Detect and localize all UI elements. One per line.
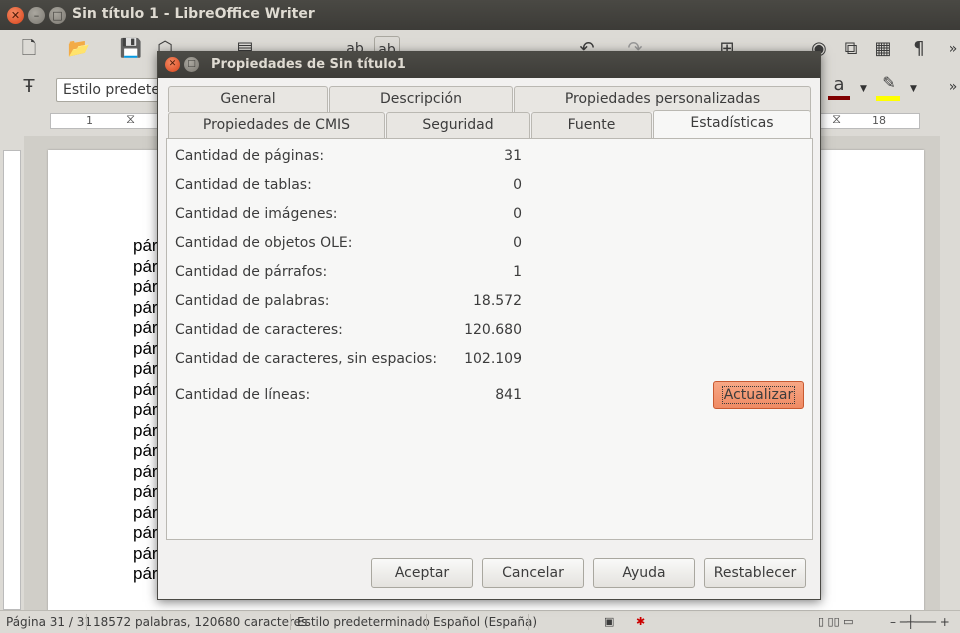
tab-cmis-properties[interactable]: Propiedades de CMIS bbox=[168, 112, 385, 138]
document-line[interactable]: pár bbox=[133, 257, 158, 277]
word-count[interactable]: 18572 palabras, 120680 caracteres bbox=[93, 615, 307, 629]
language[interactable]: Español (España) bbox=[433, 615, 537, 629]
properties-dialog: ✕ □ Propiedades de Sin título1 General D… bbox=[157, 51, 821, 600]
document-line[interactable]: pár bbox=[133, 359, 158, 379]
highlight-dropdown-icon[interactable]: ▼ bbox=[910, 84, 917, 94]
document-modified-icon[interactable]: ✱ bbox=[636, 615, 645, 628]
dialog-close-icon[interactable]: ✕ bbox=[165, 57, 180, 72]
tab-description[interactable]: Descripción bbox=[329, 86, 513, 112]
ruler-number: 18 bbox=[872, 114, 886, 127]
indent-marker-icon[interactable]: ⧖ bbox=[126, 112, 135, 127]
characters-no-spaces-value: 102.109 bbox=[464, 351, 522, 367]
cancel-button[interactable]: Cancelar bbox=[482, 558, 584, 588]
pages-label: Cantidad de páginas: bbox=[175, 148, 325, 164]
formatting-marks-icon[interactable]: ¶ bbox=[906, 36, 932, 62]
toolbar-overflow-icon[interactable]: » bbox=[940, 36, 960, 62]
statistics-panel: Cantidad de páginas: 31 Cantidad de tabl… bbox=[166, 138, 813, 540]
document-line[interactable]: pár bbox=[133, 277, 158, 297]
window-minimize-icon[interactable]: – bbox=[28, 7, 45, 24]
tables-label: Cantidad de tablas: bbox=[175, 177, 312, 193]
images-label: Cantidad de imágenes: bbox=[175, 206, 338, 222]
dialog-maximize-icon[interactable]: □ bbox=[184, 57, 199, 72]
dialog-titlebar: ✕ □ Propiedades de Sin título1 bbox=[158, 52, 820, 78]
document-line[interactable]: pár bbox=[133, 523, 158, 543]
paragraphs-value: 1 bbox=[513, 264, 522, 280]
document-line[interactable]: pár bbox=[133, 503, 158, 523]
characters-no-spaces-label: Cantidad de caracteres, sin espacios: bbox=[175, 351, 438, 367]
highlight-color-swatch bbox=[876, 96, 900, 101]
update-button[interactable]: Actualizar bbox=[713, 381, 804, 409]
document-line[interactable]: pár bbox=[133, 421, 158, 441]
gallery-icon[interactable]: ⧉ bbox=[838, 36, 864, 62]
window-title: Sin título 1 - LibreOffice Writer bbox=[72, 6, 315, 22]
statusbar: Página 31 / 31 18572 palabras, 120680 ca… bbox=[0, 610, 960, 633]
characters-label: Cantidad de caracteres: bbox=[175, 322, 343, 338]
words-value: 18.572 bbox=[473, 293, 522, 309]
document-line[interactable]: pár bbox=[133, 380, 158, 400]
words-label: Cantidad de palabras: bbox=[175, 293, 330, 309]
tab-statistics[interactable]: Estadísticas bbox=[653, 110, 811, 138]
save-icon[interactable]: 💾 bbox=[118, 36, 144, 62]
vertical-ruler[interactable] bbox=[3, 150, 21, 610]
document-line[interactable]: pár bbox=[133, 544, 158, 564]
font-color-dropdown-icon[interactable]: ▼ bbox=[860, 84, 867, 94]
window-close-icon[interactable]: ✕ bbox=[7, 7, 24, 24]
insert-mode-icon[interactable]: ▣ bbox=[604, 615, 614, 628]
reset-button[interactable]: Restablecer bbox=[704, 558, 806, 588]
document-line[interactable]: pár bbox=[133, 318, 158, 338]
document-line[interactable]: pár bbox=[133, 564, 158, 584]
view-layout-icons[interactable]: ▯ ▯▯ ▭ bbox=[818, 615, 854, 628]
window-titlebar: ✕ – □ Sin título 1 - LibreOffice Writer bbox=[0, 0, 960, 30]
ole-objects-label: Cantidad de objetos OLE: bbox=[175, 235, 353, 251]
pages-value: 31 bbox=[504, 148, 522, 164]
characters-value: 120.680 bbox=[464, 322, 522, 338]
lines-value: 841 bbox=[495, 387, 522, 403]
tab-general[interactable]: General bbox=[168, 86, 328, 112]
tab-font[interactable]: Fuente bbox=[531, 112, 652, 138]
right-indent-marker-icon[interactable]: ⧖ bbox=[832, 112, 841, 127]
open-icon[interactable]: 📂 bbox=[66, 36, 92, 62]
formatting-overflow-icon[interactable]: » bbox=[940, 74, 960, 100]
document-line[interactable]: pár bbox=[133, 441, 158, 461]
dialog-title: Propiedades de Sin título1 bbox=[211, 57, 406, 72]
tab-custom-properties[interactable]: Propiedades personalizadas bbox=[514, 86, 811, 112]
font-color-icon[interactable]: a bbox=[826, 72, 852, 98]
page-style[interactable]: Estilo predeterminado bbox=[297, 615, 430, 629]
document-line[interactable]: pár bbox=[133, 298, 158, 318]
window-maximize-icon[interactable]: □ bbox=[49, 7, 66, 24]
document-line[interactable]: pár bbox=[133, 236, 158, 256]
zoom-slider[interactable]: – ─┼─── + bbox=[890, 615, 950, 629]
ok-button[interactable]: Aceptar bbox=[371, 558, 473, 588]
paragraph-style-select[interactable]: Estilo predeterminado bbox=[56, 78, 166, 102]
page-count[interactable]: Página 31 / 31 bbox=[6, 615, 92, 629]
highlight-color-icon[interactable]: ✎ bbox=[876, 70, 902, 96]
paragraphs-label: Cantidad de párrafos: bbox=[175, 264, 328, 280]
document-line[interactable]: pár bbox=[133, 482, 158, 502]
help-button[interactable]: Ayuda bbox=[593, 558, 695, 588]
new-document-icon[interactable]: 🗋 bbox=[16, 36, 42, 62]
database-icon[interactable]: ▦ bbox=[870, 36, 896, 62]
document-line[interactable]: pár bbox=[133, 400, 158, 420]
font-color-swatch bbox=[828, 96, 850, 100]
ole-objects-value: 0 bbox=[513, 235, 522, 251]
ruler-number: 1 bbox=[86, 114, 93, 127]
update-button-label: Actualizar bbox=[721, 386, 796, 404]
styles-icon[interactable]: Ŧ bbox=[16, 74, 42, 100]
tab-security[interactable]: Seguridad bbox=[386, 112, 530, 138]
tables-value: 0 bbox=[513, 177, 522, 193]
vertical-scrollbar[interactable] bbox=[940, 136, 960, 610]
lines-label: Cantidad de líneas: bbox=[175, 387, 311, 403]
images-value: 0 bbox=[513, 206, 522, 222]
document-line[interactable]: pár bbox=[133, 339, 158, 359]
document-line[interactable]: pár bbox=[133, 462, 158, 482]
